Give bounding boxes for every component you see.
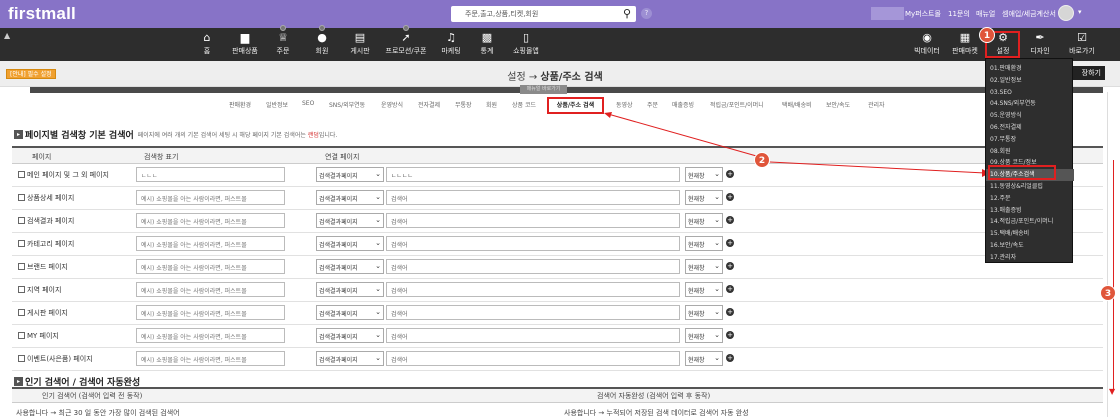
dropdown-item[interactable]: 17.관리자: [986, 252, 1074, 264]
arrow-line-tab: [607, 113, 761, 158]
dropdown-item[interactable]: 07.무통장: [986, 134, 1074, 146]
arrow-line-dropdown: [769, 161, 986, 174]
dropdown-item[interactable]: 03.SEO: [986, 87, 1074, 99]
arrow-head-tab: [604, 112, 612, 118]
dropdown-item[interactable]: 14.적립금/포인트/이머니: [986, 216, 1074, 228]
dropdown-item[interactable]: 06.전자결제: [986, 122, 1074, 134]
dropdown-item[interactable]: 16.보안/속도: [986, 240, 1074, 252]
dropdown-item[interactable]: 15.택배/배송비: [986, 228, 1074, 240]
annotation-arrows: [604, 112, 990, 177]
dropdown-item[interactable]: 01.판매환경: [986, 63, 1074, 75]
dropdown-item[interactable]: 05.운영방식: [986, 110, 1074, 122]
dropdown-item[interactable]: 02.일반정보: [986, 75, 1074, 87]
dropdown-item[interactable]: 11.동영상&리얼클립: [986, 181, 1074, 193]
dropdown-highlight-box: [988, 165, 1056, 180]
settings-dropdown: 01.판매환경 02.일반정보 03.SEO 04.SNS/외부연동 05.운영방식 06…: [985, 58, 1074, 264]
dropdown-item[interactable]: 12.주문: [986, 193, 1074, 205]
dropdown-item[interactable]: 13.매출증빙: [986, 205, 1074, 217]
step-badge-2: 2: [754, 152, 770, 168]
step-badge-1: 1: [979, 27, 995, 43]
step-badge-3: 3: [1100, 285, 1116, 301]
dropdown-item[interactable]: 08.회원: [986, 146, 1074, 158]
dropdown-item[interactable]: 04.SNS/외부연동: [986, 98, 1074, 110]
